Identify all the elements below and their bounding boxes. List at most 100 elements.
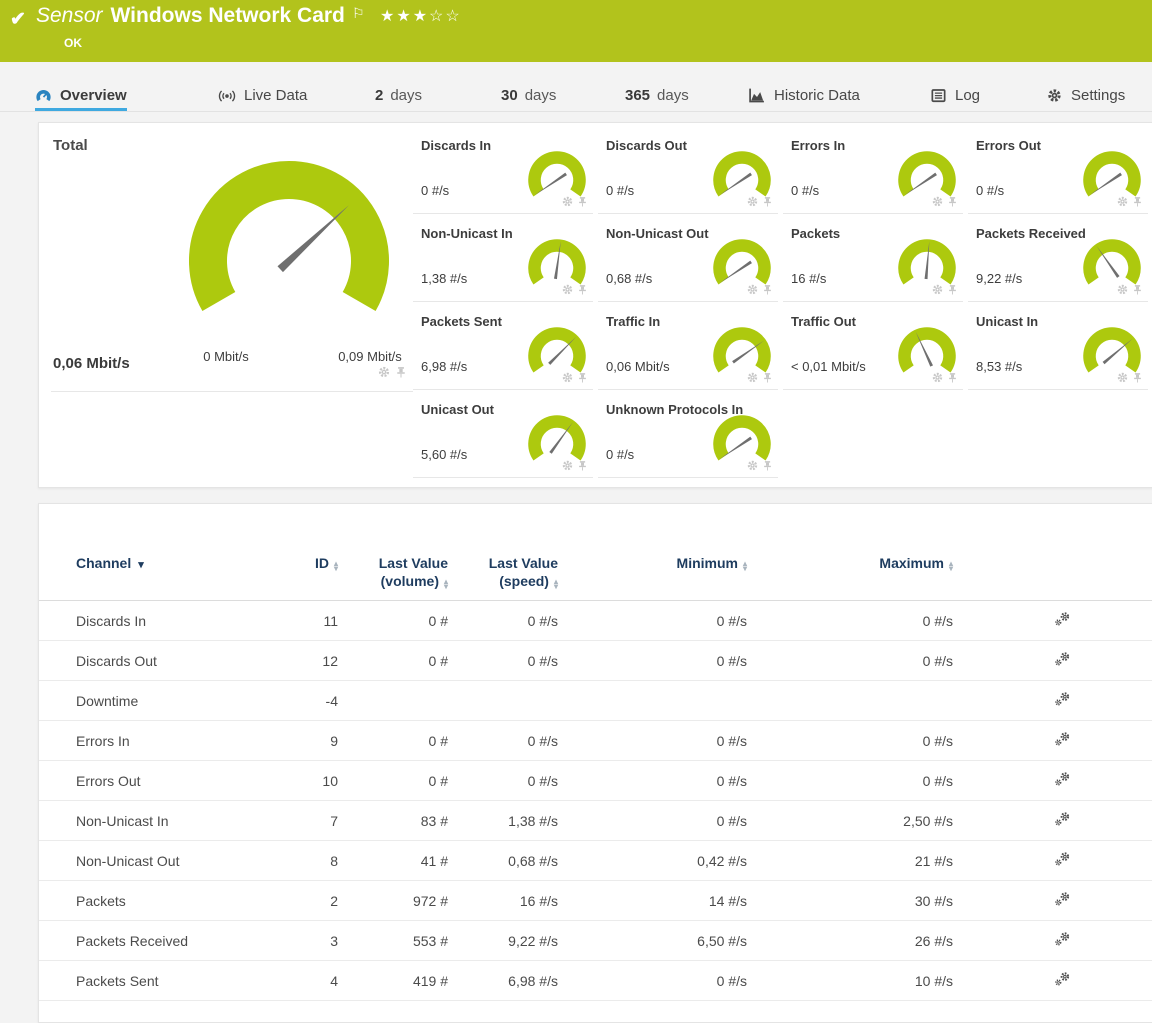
gauge-tile[interactable]: Traffic Out < 0,01 Mbit/s [783,302,963,390]
tab-label: Historic Data [774,87,860,104]
cell-last-value-speed: 0,68 #/s [448,853,558,869]
gauge-tile[interactable]: Packets Received 9,22 #/s [968,214,1148,302]
pin-icon[interactable] [763,460,772,472]
channel-settings-gears-icon[interactable] [1053,611,1072,627]
gauge-tile[interactable]: Unicast Out 5,60 #/s [413,390,593,478]
table-row[interactable]: Packets 2 972 # 16 #/s 14 #/s 30 #/s [39,881,1152,921]
pin-icon[interactable] [1133,372,1142,384]
sort-icon: ▴▾ [554,579,558,589]
gauge-value: 0 #/s [421,183,449,198]
gauge-tile[interactable]: Unknown Protocols In 0 #/s [598,390,778,478]
gauge-value: 1,38 #/s [421,271,467,286]
channel-settings-gears-icon[interactable] [1053,771,1072,787]
pin-icon[interactable] [578,284,587,296]
tab-log[interactable]: Log [930,83,980,107]
column-header-id[interactable]: ID▴▾ [306,554,338,572]
table-row[interactable]: Errors Out 10 0 # 0 #/s 0 #/s 0 #/s [39,761,1152,801]
gear-icon[interactable] [561,283,574,296]
gear-icon[interactable] [1116,371,1129,384]
pin-icon[interactable] [578,196,587,208]
tab-overview[interactable]: Overview [35,83,127,107]
pin-icon[interactable] [1133,196,1142,208]
star-empty-icon[interactable]: ☆ [445,8,461,25]
gauge-tile[interactable]: Non-Unicast Out 0,68 #/s [598,214,778,302]
gauge-tile[interactable]: Discards In 0 #/s [413,126,593,214]
tab-365-days[interactable]: 365 days [625,83,689,107]
rating-stars[interactable]: ★★★☆☆ [380,6,462,26]
channel-settings-gears-icon[interactable] [1053,651,1072,667]
gauge-tile[interactable]: Errors Out 0 #/s [968,126,1148,214]
pin-icon[interactable] [948,372,957,384]
gear-icon[interactable] [1116,195,1129,208]
tab-30-days[interactable]: 30 days [501,83,556,107]
gear-icon[interactable] [561,459,574,472]
tab-2-days[interactable]: 2 days [375,83,422,107]
cell-minimum: 0 #/s [558,733,747,749]
gauge-title: Packets [791,226,840,241]
table-row[interactable]: Discards Out 12 0 # 0 #/s 0 #/s 0 #/s [39,641,1152,681]
gauge-tile[interactable]: Discards Out 0 #/s [598,126,778,214]
column-header-channel[interactable]: Channel▾ [76,554,306,574]
cell-maximum: 2,50 #/s [747,813,953,829]
gear-icon[interactable] [746,459,759,472]
table-row[interactable]: Packets Received 3 553 # 9,22 #/s 6,50 #… [39,921,1152,961]
gear-icon[interactable] [931,195,944,208]
tab-live-data[interactable]: Live Data [218,83,307,107]
tab-historic-data[interactable]: Historic Data [748,83,860,107]
gauge-tile[interactable]: Packets 16 #/s [783,214,963,302]
gauge-tile[interactable]: Errors In 0 #/s [783,126,963,214]
pin-icon[interactable] [763,284,772,296]
pin-icon[interactable] [948,196,957,208]
gear-icon[interactable] [746,195,759,208]
gauge-tile[interactable]: Traffic In 0,06 Mbit/s [598,302,778,390]
tab-settings[interactable]: Settings [1046,83,1125,107]
total-gauge[interactable] [183,155,395,315]
gear-icon[interactable] [377,365,391,379]
pin-icon[interactable] [1133,284,1142,296]
gear-icon[interactable] [561,195,574,208]
pin-icon[interactable] [396,366,406,379]
gauge-tile[interactable]: Unicast In 8,53 #/s [968,302,1148,390]
column-header-last-value-speed[interactable]: Last Value (speed)▴▾ [448,554,558,590]
table-row[interactable]: Discards In 11 0 # 0 #/s 0 #/s 0 #/s [39,601,1152,641]
gauge-tile[interactable]: Non-Unicast In 1,38 #/s [413,214,593,302]
channel-settings-gears-icon[interactable] [1053,931,1072,947]
gear-icon[interactable] [931,283,944,296]
cell-id: 4 [306,973,338,989]
pin-icon[interactable] [948,284,957,296]
gear-icon[interactable] [746,283,759,296]
table-row[interactable]: Non-Unicast Out 8 41 # 0,68 #/s 0,42 #/s… [39,841,1152,881]
channel-settings-gears-icon[interactable] [1053,971,1072,987]
gear-icon[interactable] [1116,283,1129,296]
star-filled-icon[interactable]: ★ [380,8,396,25]
pin-icon[interactable] [763,196,772,208]
channel-settings-gears-icon[interactable] [1053,811,1072,827]
gear-icon[interactable] [561,371,574,384]
gauge-tile[interactable]: Packets Sent 6,98 #/s [413,302,593,390]
gear-icon[interactable] [931,371,944,384]
channel-settings-gears-icon[interactable] [1053,891,1072,907]
cell-last-value-speed: 0 #/s [448,733,558,749]
column-header-minimum[interactable]: Minimum▴▾ [558,554,747,572]
star-empty-icon[interactable]: ☆ [429,8,445,25]
pin-icon[interactable] [578,460,587,472]
table-row[interactable]: Downtime -4 [39,681,1152,721]
pin-icon[interactable] [763,372,772,384]
table-row[interactable]: Packets Sent 4 419 # 6,98 #/s 0 #/s 10 #… [39,961,1152,1001]
sort-icon: ▴▾ [949,561,953,571]
table-row[interactable]: Errors In 9 0 # 0 #/s 0 #/s 0 #/s [39,721,1152,761]
pin-icon[interactable] [578,372,587,384]
cell-id: 2 [306,893,338,909]
cell-channel: Non-Unicast Out [76,853,306,869]
star-filled-icon[interactable]: ★ [396,8,412,25]
channel-settings-gears-icon[interactable] [1053,851,1072,867]
table-row[interactable]: Non-Unicast In 7 83 # 1,38 #/s 0 #/s 2,5… [39,801,1152,841]
cell-minimum: 0 #/s [558,613,747,629]
star-filled-icon[interactable]: ★ [413,8,429,25]
gear-icon[interactable] [746,371,759,384]
column-header-last-value-volume[interactable]: Last Value (volume)▴▾ [338,554,448,590]
channel-settings-gears-icon[interactable] [1053,691,1072,707]
channel-settings-gears-icon[interactable] [1053,731,1072,747]
gauge-value: 0,68 #/s [606,271,652,286]
column-header-maximum[interactable]: Maximum▴▾ [747,554,953,572]
